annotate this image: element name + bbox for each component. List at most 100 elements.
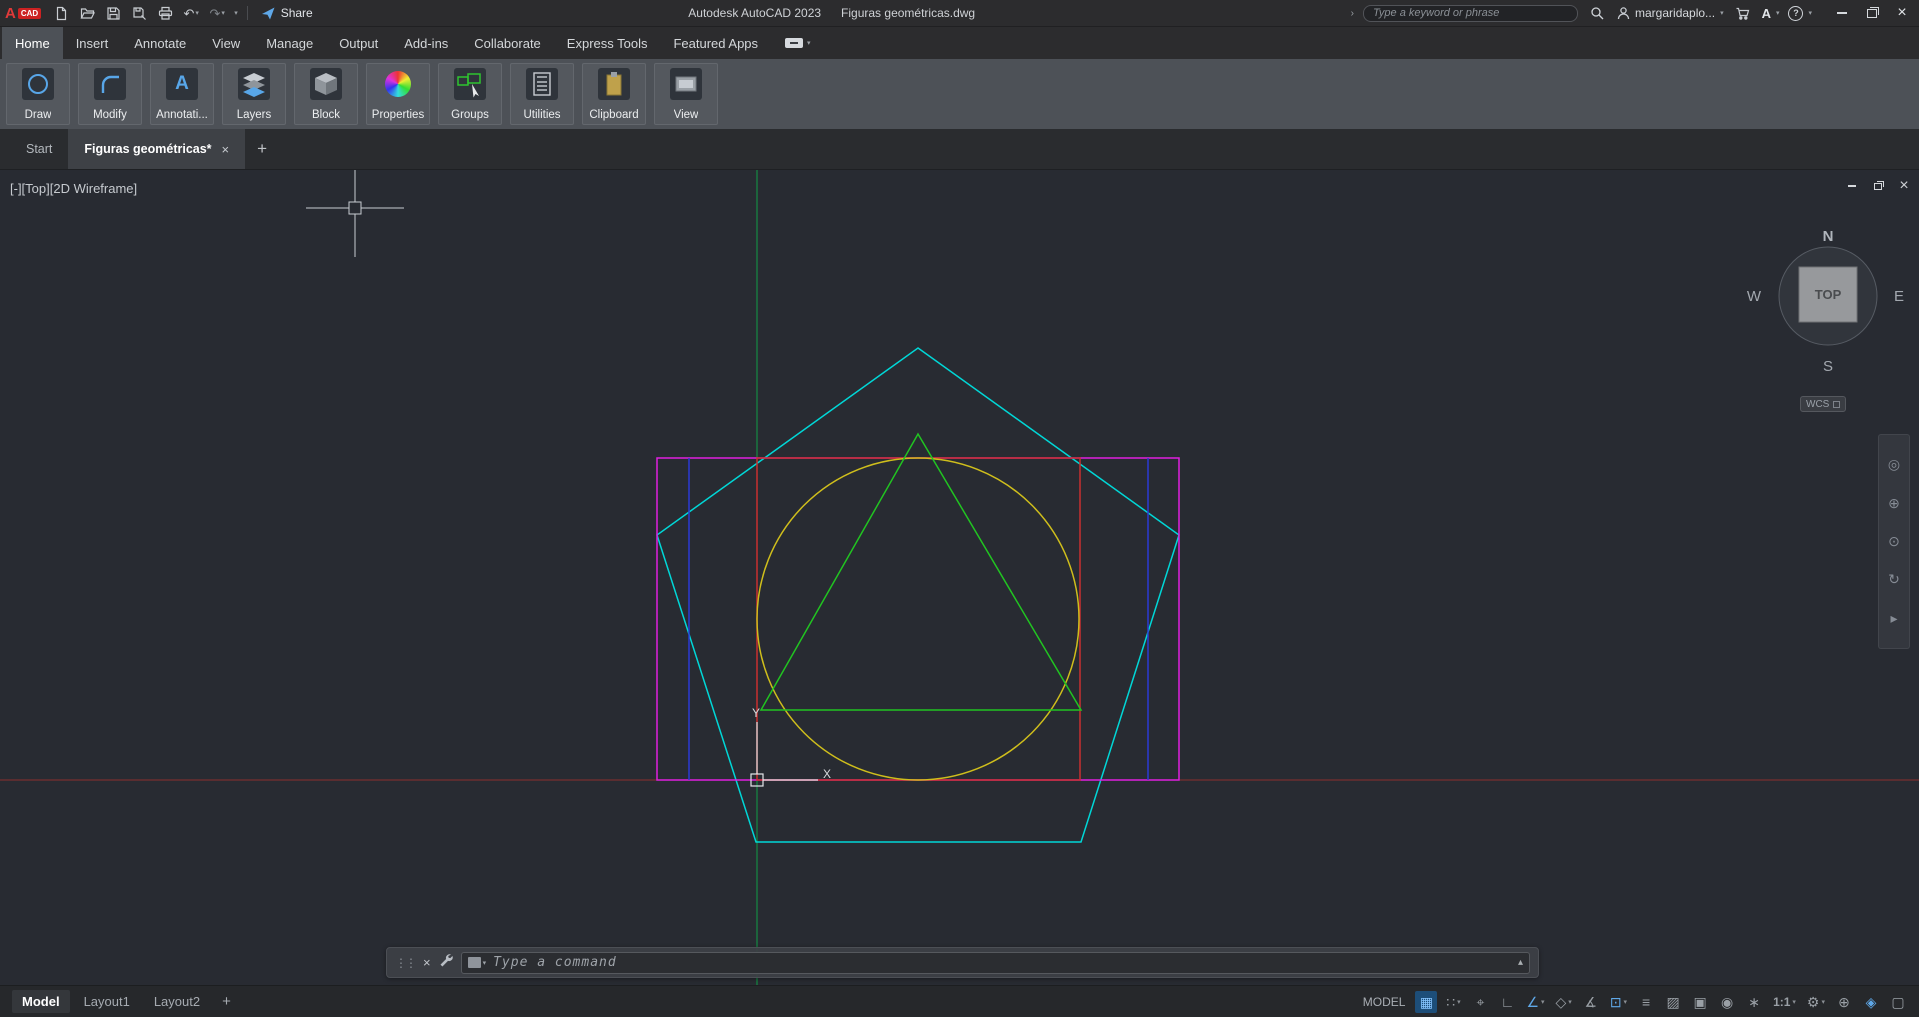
annotation-monitor-icon[interactable]: ⊕ xyxy=(1833,991,1855,1013)
new-layout-button[interactable]: + xyxy=(214,993,239,1010)
panel-properties[interactable]: Properties xyxy=(366,63,430,125)
triangle-shape[interactable] xyxy=(761,434,1081,710)
graphics-performance-icon[interactable]: ◈ xyxy=(1860,991,1882,1013)
wcs-badge[interactable]: WCS xyxy=(1800,396,1846,412)
command-input[interactable]: ▾ Type a command ▴ xyxy=(461,952,1530,974)
share-button[interactable]: Share xyxy=(261,6,313,21)
tab-output[interactable]: Output xyxy=(326,27,391,59)
save-as-icon[interactable] xyxy=(129,3,149,23)
clean-screen-icon[interactable]: ▢ xyxy=(1887,991,1909,1013)
autoscale-icon[interactable]: ∗ xyxy=(1743,991,1765,1013)
open-folder-icon[interactable] xyxy=(77,3,97,23)
isometric-drafting-icon[interactable]: ◇▾ xyxy=(1553,991,1575,1013)
close-icon[interactable]: × xyxy=(423,955,431,970)
compass-east[interactable]: E xyxy=(1894,288,1904,305)
lineweight-icon[interactable]: ≡ xyxy=(1635,991,1657,1013)
autocad-logo-icon[interactable]: A CAD xyxy=(5,5,41,22)
viewport-controls-label[interactable]: [-][Top][2D Wireframe] xyxy=(10,181,137,196)
plot-icon[interactable] xyxy=(155,3,175,23)
ribbon-collapse-button[interactable]: ▾ xyxy=(785,27,811,59)
red-square-shape[interactable] xyxy=(757,458,1080,780)
viewcube[interactable]: TOP N W E S xyxy=(1747,228,1904,375)
model-space-label[interactable]: MODEL xyxy=(1363,995,1406,1009)
recent-commands-icon[interactable]: ▴ xyxy=(1518,957,1523,968)
layout-tab-layout1[interactable]: Layout1 xyxy=(74,990,140,1013)
grid-display-icon[interactable]: ▦ xyxy=(1415,991,1437,1013)
chevron-right-icon[interactable]: › xyxy=(1351,8,1354,19)
chevron-down-icon: ▾ xyxy=(195,9,199,17)
undo-icon[interactable]: ↶▾ xyxy=(181,3,201,23)
navigation-bar: ◎ ⊕ ⊙ ↻ ▸ xyxy=(1878,434,1910,649)
command-line-bar[interactable]: ⋮⋮ × ▾ Type a command ▴ xyxy=(386,947,1539,978)
help-button[interactable]: ? ▾ xyxy=(1788,6,1812,21)
annotation-visibility-icon[interactable]: ◉ xyxy=(1716,991,1738,1013)
navigation-wheel-icon[interactable]: ◎ xyxy=(1879,456,1909,473)
object-snap-icon[interactable]: ⊡▾ xyxy=(1607,991,1630,1013)
panel-utilities[interactable]: Utilities xyxy=(510,63,574,125)
autodesk-app-button[interactable]: A ▾ xyxy=(1762,6,1780,21)
tab-featured-apps[interactable]: Featured Apps xyxy=(660,27,771,59)
layout-tab-layout2[interactable]: Layout2 xyxy=(144,990,210,1013)
zoom-icon[interactable]: ⊙ xyxy=(1879,533,1909,550)
cart-icon[interactable] xyxy=(1733,3,1753,23)
showmotion-icon[interactable]: ▸ xyxy=(1879,610,1909,627)
view-icon xyxy=(670,68,702,100)
tab-collaborate[interactable]: Collaborate xyxy=(461,27,554,59)
magenta-rectangle-shape[interactable] xyxy=(657,458,1179,780)
qat-dropdown-icon[interactable]: ▾ xyxy=(234,9,238,17)
circle-shape[interactable] xyxy=(757,458,1079,780)
snap-mode-icon[interactable]: ∷▾ xyxy=(1442,991,1464,1013)
layout-tab-model[interactable]: Model xyxy=(12,990,70,1013)
search-icon[interactable] xyxy=(1587,3,1607,23)
new-drawing-tab-button[interactable]: + xyxy=(245,129,279,169)
close-button[interactable]: × xyxy=(1887,0,1917,26)
document-title: Figuras geométricas.dwg xyxy=(841,6,975,20)
tab-home[interactable]: Home xyxy=(2,27,63,59)
tab-view[interactable]: View xyxy=(199,27,253,59)
workspace-switching-icon[interactable]: ⚙▾ xyxy=(1804,991,1828,1013)
orbit-icon[interactable]: ↻ xyxy=(1879,571,1909,588)
tab-manage[interactable]: Manage xyxy=(253,27,326,59)
tab-add-ins[interactable]: Add-ins xyxy=(391,27,461,59)
compass-north[interactable]: N xyxy=(1823,228,1834,245)
command-prompt-icon[interactable]: ▾ xyxy=(468,957,487,968)
polar-tracking-icon[interactable]: ∠▾ xyxy=(1523,991,1547,1013)
viewport-close-icon[interactable]: × xyxy=(1897,179,1911,193)
ortho-mode-icon[interactable]: ∟ xyxy=(1496,991,1518,1013)
viewport-minimize-icon[interactable] xyxy=(1845,179,1859,193)
selection-cycling-icon[interactable]: ▣ xyxy=(1689,991,1711,1013)
maximize-button[interactable] xyxy=(1857,0,1887,26)
panel-annotation[interactable]: A Annotati... xyxy=(150,63,214,125)
user-account-button[interactable]: margaridaplo... ▾ xyxy=(1616,6,1724,21)
minimize-button[interactable] xyxy=(1827,0,1857,26)
panel-clipboard[interactable]: Clipboard xyxy=(582,63,646,125)
panel-draw[interactable]: Draw xyxy=(6,63,70,125)
tab-express-tools[interactable]: Express Tools xyxy=(554,27,661,59)
tab-annotate[interactable]: Annotate xyxy=(121,27,199,59)
customize-wrench-icon[interactable] xyxy=(439,953,453,972)
drawing-area[interactable]: Y X TOP N W E S [-][Top][2D Wireframe] ×… xyxy=(0,170,1919,985)
transparency-icon[interactable]: ▨ xyxy=(1662,991,1684,1013)
tab-insert[interactable]: Insert xyxy=(63,27,122,59)
viewport-restore-icon[interactable] xyxy=(1871,179,1885,193)
save-icon[interactable] xyxy=(103,3,123,23)
pan-icon[interactable]: ⊕ xyxy=(1879,495,1909,512)
new-file-icon[interactable] xyxy=(51,3,71,23)
drag-grip-icon[interactable]: ⋮⋮ xyxy=(395,956,415,970)
pentagon-shape[interactable] xyxy=(657,348,1179,842)
panel-modify[interactable]: Modify xyxy=(78,63,142,125)
file-tab-start[interactable]: Start xyxy=(10,129,68,169)
panel-layers[interactable]: Layers xyxy=(222,63,286,125)
panel-groups[interactable]: Groups xyxy=(438,63,502,125)
compass-south[interactable]: S xyxy=(1823,358,1833,375)
redo-icon[interactable]: ↷▾ xyxy=(207,3,227,23)
file-tab-active[interactable]: Figuras geométricas* × xyxy=(68,129,245,169)
object-snap-tracking-icon[interactable]: ∡ xyxy=(1580,991,1602,1013)
compass-west[interactable]: W xyxy=(1747,288,1762,305)
dynamic-input-icon[interactable]: ⌖ xyxy=(1469,991,1491,1013)
panel-block[interactable]: Block xyxy=(294,63,358,125)
panel-view[interactable]: View xyxy=(654,63,718,125)
close-tab-icon[interactable]: × xyxy=(222,142,230,157)
search-input[interactable]: Type a keyword or phrase xyxy=(1363,5,1578,22)
annotation-scale-control[interactable]: 1:1▾ xyxy=(1770,991,1799,1013)
